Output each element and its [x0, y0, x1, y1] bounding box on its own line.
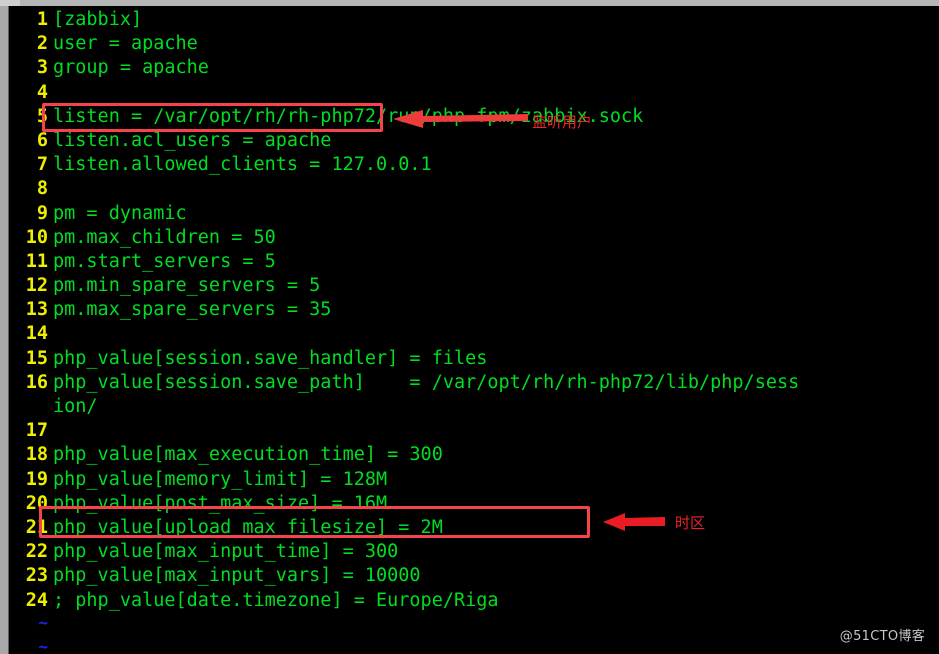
code-text: user = apache: [53, 33, 198, 55]
code-text: php_value[max_input_vars] = 10000: [53, 565, 421, 587]
code-line[interactable]: 23 php_value[max_input_vars] = 10000: [9, 564, 939, 588]
line-number: 9: [36, 202, 48, 224]
code-line-continuation[interactable]: ion/: [9, 395, 939, 419]
line-number: 16: [25, 371, 48, 393]
tilde-icon: ~: [38, 636, 48, 654]
tilde-icon: ~: [38, 612, 48, 632]
code-line[interactable]: 19 php_value[memory_limit] = 128M: [9, 468, 939, 492]
code-text: php_value[post_max_size] = 16M: [53, 492, 388, 514]
code-line[interactable]: 15 php_value[session.save_handler] = file…: [9, 347, 939, 371]
line-number: 8: [36, 178, 48, 200]
line-number: 11: [25, 250, 48, 272]
line-number: 14: [25, 323, 48, 345]
code-text: pm.max_spare_servers = 35: [53, 299, 332, 321]
line-number: 17: [25, 420, 48, 442]
code-line[interactable]: 10 pm.max_children = 50: [9, 226, 939, 250]
line-number: 4: [36, 81, 48, 103]
code-line[interactable]: 3 group = apache: [9, 56, 939, 80]
line-number: 15: [25, 347, 48, 369]
code-text: pm.max_children = 50: [53, 226, 276, 248]
code-text: [zabbix]: [53, 9, 143, 30]
line-number: 20: [25, 492, 48, 514]
code-text: php_value[max_execution_time] = 300: [53, 444, 443, 466]
code-text: php_value[session.save_path] = /var/opt/…: [53, 371, 800, 393]
line-number: 23: [25, 565, 48, 587]
watermark: @51CTO博客: [839, 629, 925, 644]
code-line[interactable]: 2 user = apache: [9, 32, 939, 56]
empty-line-row: ~: [9, 613, 939, 637]
code-line[interactable]: 18 php_value[max_execution_time] = 300: [9, 443, 939, 467]
code-line[interactable]: 21 php_value[upload_max_filesize] = 2M: [9, 516, 939, 540]
code-line[interactable]: 24; php_value[date.timezone] = Europe/Ri…: [9, 589, 939, 613]
line-number: 13: [25, 299, 48, 321]
code-text: php_value[max_input_time] = 300: [53, 541, 399, 563]
line-number: 2: [36, 33, 48, 55]
line-number: 1: [36, 9, 48, 30]
code-text: pm.min_spare_servers = 5: [53, 275, 321, 297]
code-line[interactable]: 12 pm.min_spare_servers = 5: [9, 274, 939, 298]
code-line[interactable]: 20 php_value[post_max_size] = 16M: [9, 492, 939, 516]
code-text: ion/: [53, 396, 98, 417]
code-line[interactable]: 8: [9, 177, 939, 201]
code-line[interactable]: 5 listen = /var/opt/rh/rh-php72/run/php-f…: [9, 105, 939, 129]
code-text: listen.acl_users = apache: [53, 129, 332, 151]
line-number: 12: [25, 275, 48, 297]
line-number: 22: [25, 541, 48, 563]
line-number: 24: [25, 589, 48, 611]
code-line[interactable]: 22 php_value[max_input_time] = 300: [9, 540, 939, 564]
terminal-window: 1 [zabbix] 2 user = apache 3 group = apache 4 5…: [0, 0, 939, 654]
code-text: pm = dynamic: [53, 202, 187, 224]
line-number: 7: [36, 154, 48, 176]
vim-empty-lines: ~~~~~~: [9, 613, 939, 654]
line-number: 18: [25, 444, 48, 466]
code-line[interactable]: 4: [9, 81, 939, 105]
code-text: listen.allowed_clients = 127.0.0.1: [53, 154, 432, 176]
code-text: pm.start_servers = 5: [53, 250, 276, 272]
line-number: 10: [25, 226, 48, 248]
code-line[interactable]: 11 pm.start_servers = 5: [9, 250, 939, 274]
code-line[interactable]: 9 pm = dynamic: [9, 202, 939, 226]
code-text: ; php_value[date.timezone] = Europe/Riga: [53, 589, 499, 611]
annotation-label-timezone: 时区: [675, 514, 706, 532]
code-text: group = apache: [53, 57, 209, 79]
empty-line-row: ~: [9, 637, 939, 654]
window-left-edge: [0, 6, 9, 654]
line-number: 21: [25, 516, 48, 538]
line-number: 6: [36, 129, 48, 151]
code-line[interactable]: 6 listen.acl_users = apache: [9, 129, 939, 153]
terminal-body: 1 [zabbix] 2 user = apache 3 group = apache 4 5…: [9, 6, 939, 654]
line-number: 3: [36, 57, 48, 79]
code-line[interactable]: 13 pm.max_spare_servers = 35: [9, 298, 939, 322]
code-line[interactable]: 16 php_value[session.save_path] = /var/op…: [9, 371, 939, 395]
code-line[interactable]: 14: [9, 322, 939, 346]
code-text: php_value[session.save_handler] = files: [53, 347, 488, 369]
code-text: php_value[upload_max_filesize] = 2M: [53, 516, 443, 538]
code-line[interactable]: 7 listen.allowed_clients = 127.0.0.1: [9, 153, 939, 177]
vim-buffer[interactable]: 1 [zabbix] 2 user = apache 3 group = apache 4 5…: [9, 8, 939, 613]
annotation-label-listen-user: 监听用户: [532, 113, 593, 131]
line-number: 19: [25, 468, 48, 490]
code-line[interactable]: 1 [zabbix]: [9, 8, 939, 32]
code-line[interactable]: 17: [9, 419, 939, 443]
code-text: php_value[memory_limit] = 128M: [53, 468, 388, 490]
line-number: 5: [36, 105, 48, 127]
